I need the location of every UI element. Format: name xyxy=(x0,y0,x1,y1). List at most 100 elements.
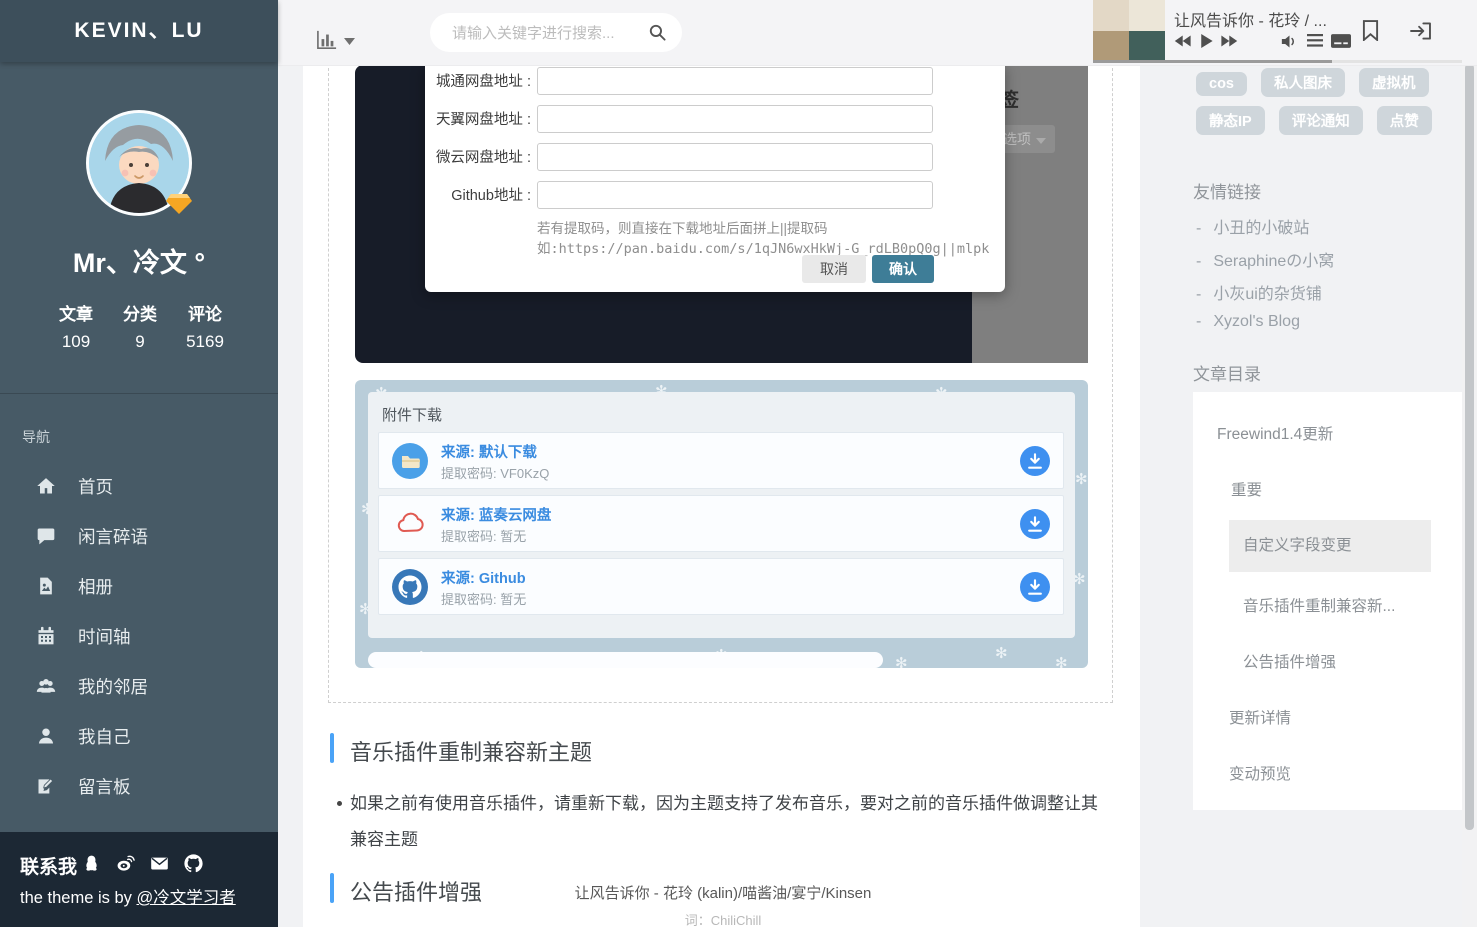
left-sidebar: Mr、冷文 ° 文章 109 分类 9 评论 5169 导航 首页 闲言碎语 xyxy=(0,0,278,927)
lyrics-song-line: 让风告诉你 - 花玲 (kalin)/喵酱油/宴宁/Kinsen xyxy=(353,882,1093,903)
next-track-icon[interactable] xyxy=(1219,34,1238,48)
home-icon xyxy=(36,476,56,496)
tag-cloud: cos 私人图床虚拟机静态IP 评论通知点赞 xyxy=(1196,68,1446,144)
sidebar-footer: 联系我 the theme is by @冷文学习者 xyxy=(0,832,278,927)
source-link[interactable]: 来源: 蓝奏云网盘 xyxy=(441,504,551,525)
cancel-button[interactable]: 取消 xyxy=(802,255,866,283)
qq-icon[interactable] xyxy=(82,854,101,873)
field-row: 微云网盘地址 : xyxy=(425,143,1005,173)
password-text: 提取密码: VF0KzQ xyxy=(441,463,549,482)
attachment-row-github: 来源: Github 提取密码: 暂无 xyxy=(378,558,1064,615)
toc-item-level1[interactable]: Freewind1.4更新 xyxy=(1217,422,1333,444)
lyrics-current-line: 词：ChiliChill xyxy=(353,910,1093,927)
scrollbar-thumb[interactable] xyxy=(1465,64,1474,830)
field-row: 城通网盘地址 : xyxy=(425,67,1005,97)
nav-title: 导航 xyxy=(22,427,50,447)
calendar-icon xyxy=(36,626,56,646)
playlist-icon[interactable] xyxy=(1307,34,1323,47)
photo-icon xyxy=(36,576,56,596)
password-hint: 若有提取码，则直接在下载地址后面拼上||提取码 xyxy=(537,217,828,237)
previous-track-icon[interactable] xyxy=(1174,34,1193,48)
tag-pill[interactable]: 评论通知 xyxy=(1279,106,1363,135)
toc-item-level3[interactable]: 音乐插件重制兼容新... xyxy=(1243,594,1395,616)
tag-pill[interactable]: cos xyxy=(1196,72,1247,96)
search-input[interactable] xyxy=(450,13,634,54)
download-links-dialog: 城通网盘地址 : 天翼网盘地址 : 微云网盘地址 : Github地址 : 若有… xyxy=(425,65,1005,292)
page: Mr、冷文 ° 文章 109 分类 9 评论 5169 导航 首页 闲言碎语 xyxy=(0,0,1477,927)
article-screenshot-image: 签 级选项 城通网盘地址 : 天翼网盘地址 : 微云网盘地址 : Github地… xyxy=(355,65,1088,363)
diamond-badge-icon xyxy=(166,193,192,215)
lyrics-card-icon[interactable] xyxy=(1331,34,1351,48)
contact-label: 联系我 xyxy=(20,852,77,879)
section-heading-music: 音乐插件重制兼容新主题 xyxy=(350,735,592,767)
bar-chart-icon[interactable] xyxy=(316,30,338,50)
player-lyrics-overlay: 让风告诉你 - 花玲 (kalin)/喵酱油/宴宁/Kinsen 词：Chili… xyxy=(353,882,1093,927)
play-icon[interactable] xyxy=(1200,34,1213,48)
album-art[interactable] xyxy=(1093,0,1165,62)
attachment-row-partial xyxy=(368,652,883,668)
sidebar-item-about-me[interactable]: 我自己 xyxy=(0,712,278,762)
sidebar-item-gallery[interactable]: 相册 xyxy=(0,562,278,612)
profile-name: Mr、冷文 ° xyxy=(0,241,278,280)
friend-link[interactable]: 小丑的小破站 xyxy=(1196,214,1334,238)
sidebar-item-guestbook[interactable]: 留言板 xyxy=(0,762,278,812)
attachment-row-default: 来源: 默认下载 提取密码: VF0KzQ xyxy=(378,432,1064,489)
site-logo[interactable]: KEVIN、LU xyxy=(0,0,278,62)
edit-icon xyxy=(36,776,56,796)
friend-link[interactable]: 小灰ui的杂货铺 xyxy=(1196,280,1334,304)
volume-icon[interactable] xyxy=(1281,34,1298,49)
toc-item-level2[interactable]: 重要 xyxy=(1231,478,1262,500)
tianyi-url-input[interactable] xyxy=(537,105,933,133)
toc-item-level3[interactable]: 公告插件增强 xyxy=(1243,650,1336,672)
section-bullet-text: 如果之前有使用音乐插件，请重新下载，因为主题支持了发布音乐，要对之前的音乐插件做… xyxy=(350,786,1112,858)
comment-icon xyxy=(36,526,56,546)
friend-link[interactable]: Seraphineの小窝 xyxy=(1196,247,1334,271)
download-button[interactable] xyxy=(1020,509,1050,539)
cloud-icon xyxy=(392,506,428,542)
source-link[interactable]: 来源: 默认下载 xyxy=(441,441,537,462)
attachment-download-widget: 附件下载 来源: 默认下载 提取密码: VF0KzQ 来源: 蓝奏云网盘 提取密… xyxy=(355,380,1088,668)
theme-author-link[interactable]: @冷文学习者 xyxy=(136,889,235,907)
chengtong-url-input[interactable] xyxy=(537,67,933,95)
weibo-icon[interactable] xyxy=(116,854,135,873)
bullet-marker xyxy=(337,801,342,806)
github-url-input[interactable] xyxy=(537,181,933,209)
toc-item-active[interactable]: 自定义字段变更 xyxy=(1229,520,1431,572)
bookmark-icon[interactable] xyxy=(1362,20,1379,41)
source-link[interactable]: 来源: Github xyxy=(441,567,526,588)
theme-credit: the theme is by @冷文学习者 xyxy=(20,884,236,908)
tag-pill[interactable]: 私人图床 xyxy=(1261,68,1345,97)
tag-pill[interactable]: 点赞 xyxy=(1377,106,1432,135)
chevron-down-icon[interactable] xyxy=(344,38,355,45)
password-text: 提取密码: 暂无 xyxy=(441,589,526,608)
user-icon xyxy=(36,726,56,746)
password-hint-example: 如:https://pan.baidu.com/s/1qJN6wxHkWj-G_… xyxy=(537,237,989,257)
article-area: 签 级选项 城通网盘地址 : 天翼网盘地址 : 微云网盘地址 : Github地… xyxy=(303,65,1140,927)
caret-down-icon xyxy=(1036,138,1046,144)
friend-link[interactable]: Xyzol's Blog xyxy=(1196,313,1334,331)
weiyun-url-input[interactable] xyxy=(537,143,933,171)
sidebar-header: KEVIN、LU xyxy=(0,0,278,62)
sidebar-item-timeline[interactable]: 时间轴 xyxy=(0,612,278,662)
toc-title: 文章目录 xyxy=(1193,360,1261,385)
confirm-button[interactable]: 确认 xyxy=(872,255,934,283)
search-icon[interactable] xyxy=(648,23,667,42)
attachment-row-lanzou: 来源: 蓝奏云网盘 提取密码: 暂无 xyxy=(378,495,1064,552)
mail-icon[interactable] xyxy=(150,854,169,873)
player-progress-fill xyxy=(1093,60,1332,63)
sidebar-item-neighbors[interactable]: 我的邻居 xyxy=(0,662,278,712)
stat-comments: 评论 5169 xyxy=(165,300,245,352)
tag-pill[interactable]: 虚拟机 xyxy=(1359,68,1429,97)
sidebar-item-home[interactable]: 首页 xyxy=(0,462,278,512)
now-playing-title[interactable]: 让风告诉你 - 花玲 / ... xyxy=(1174,7,1356,31)
download-button[interactable] xyxy=(1020,572,1050,602)
sign-in-icon[interactable] xyxy=(1410,22,1431,40)
toc-item-level2[interactable]: 更新详情 xyxy=(1229,706,1291,728)
attachment-panel: 附件下载 来源: 默认下载 提取密码: VF0KzQ 来源: 蓝奏云网盘 提取密… xyxy=(368,392,1075,638)
heading-accent-bar xyxy=(330,873,334,903)
github-icon[interactable] xyxy=(184,854,203,873)
toc-item-level2[interactable]: 变动预览 xyxy=(1229,762,1291,784)
download-button[interactable] xyxy=(1020,446,1050,476)
tag-pill[interactable]: 静态IP xyxy=(1196,106,1265,135)
sidebar-item-chatter[interactable]: 闲言碎语 xyxy=(0,512,278,562)
